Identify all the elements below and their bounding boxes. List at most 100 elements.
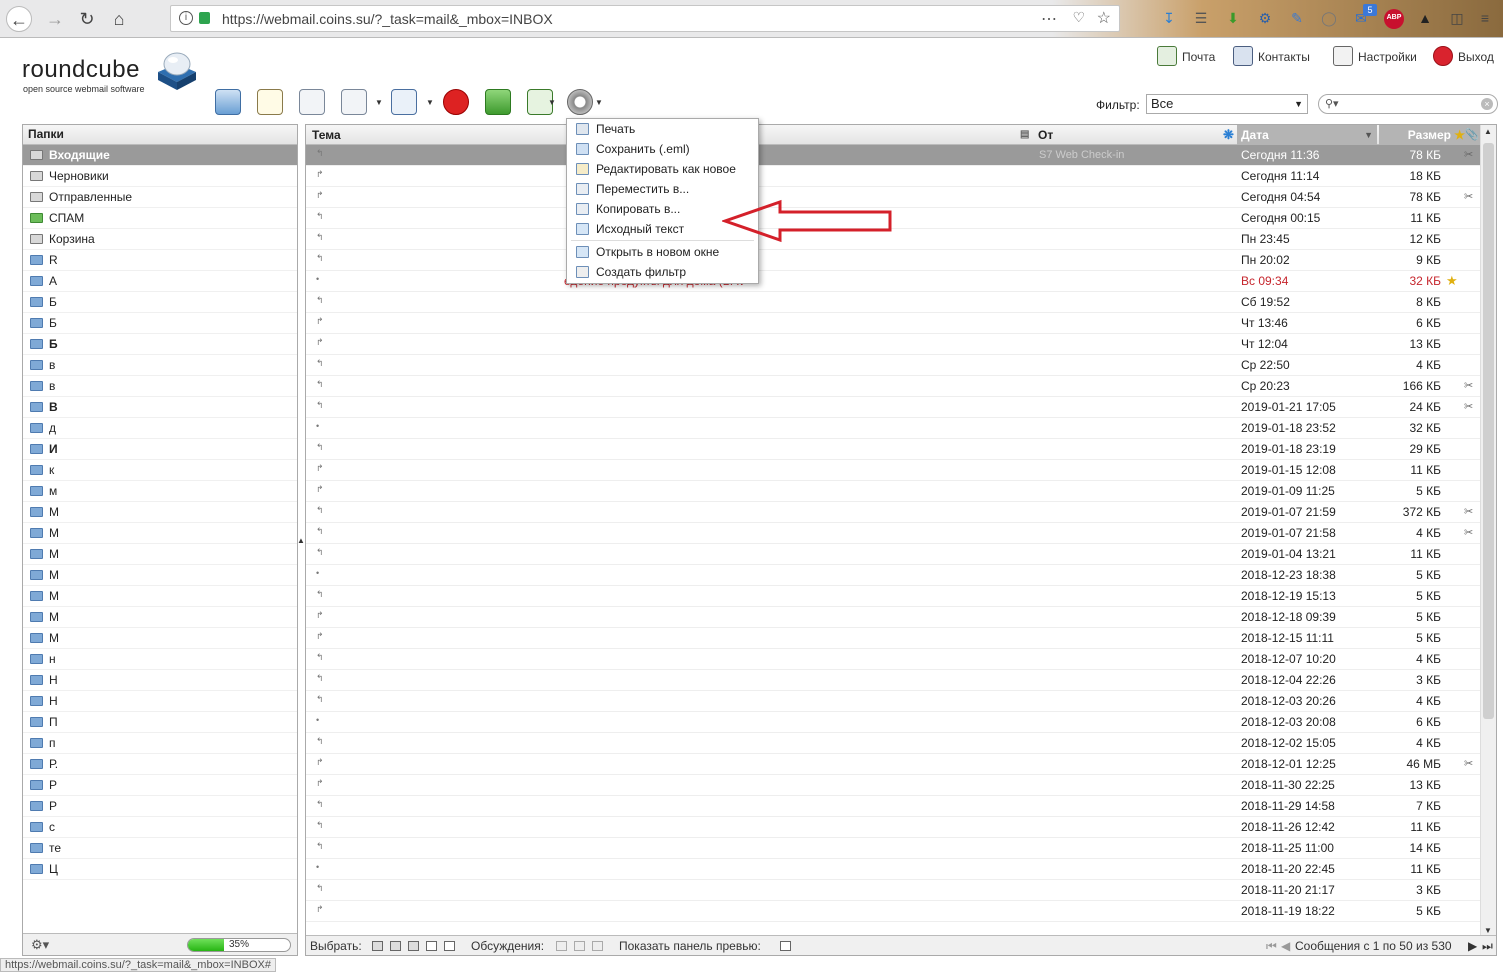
folder-item[interactable]: Р (23, 775, 297, 796)
globe-icon[interactable]: ◯ (1320, 9, 1338, 27)
folder-item[interactable]: И (23, 439, 297, 460)
message-status-icon[interactable]: ↱ (316, 337, 324, 348)
select-invert-icon[interactable] (426, 941, 437, 951)
folder-item[interactable]: В (23, 397, 297, 418)
menu-item-save[interactable]: Сохранить (.eml) (567, 139, 758, 159)
first-page-icon[interactable]: ⏮ (1266, 939, 1277, 954)
message-status-icon[interactable]: • (316, 715, 319, 725)
column-threads-icon[interactable]: ▤ (1020, 125, 1029, 145)
message-row[interactable]: ↰ 2019-01-04 13:21 11 КБ (306, 544, 1482, 565)
select-page-icon[interactable] (390, 941, 401, 951)
message-row[interactable]: ↱ 2019-01-15 12:08 11 КБ (306, 460, 1482, 481)
page-actions-icon[interactable]: ⋯ (1041, 9, 1057, 29)
mark-caret-icon[interactable]: ▼ (548, 98, 556, 107)
reply-button[interactable] (296, 86, 328, 118)
message-status-icon[interactable]: ↰ (316, 694, 324, 705)
message-status-icon[interactable]: ↱ (316, 484, 324, 495)
message-status-icon[interactable]: ↰ (316, 673, 324, 684)
preview-checkbox[interactable] (780, 941, 791, 951)
message-row[interactable]: • 2019-01-18 23:52 32 КБ (306, 418, 1482, 439)
message-status-icon[interactable]: ↱ (316, 757, 324, 768)
message-row[interactable]: ↰ 2019-01-18 23:19 29 КБ (306, 439, 1482, 460)
column-subject[interactable]: Тема (312, 125, 341, 145)
select-all-icon[interactable] (372, 941, 383, 951)
cart-icon[interactable]: ⚙ (1256, 9, 1274, 27)
more-button[interactable] (564, 86, 596, 118)
pocket-icon[interactable]: ♡ (1072, 9, 1085, 26)
message-row[interactable]: ↱ 2018-12-01 12:25 46 МБ ✂ (306, 754, 1482, 775)
folder-item[interactable]: R (23, 250, 297, 271)
message-status-icon[interactable]: ↰ (316, 253, 324, 264)
folder-item[interactable]: Б (23, 334, 297, 355)
message-status-icon[interactable]: • (316, 421, 319, 431)
folder-item[interactable]: Р (23, 796, 297, 817)
back-button[interactable]: ← (6, 6, 32, 32)
message-status-icon[interactable]: ↰ (316, 883, 324, 894)
download-helper-icon[interactable]: ⬇ (1224, 9, 1242, 27)
folder-item[interactable]: М (23, 586, 297, 607)
message-status-icon[interactable]: ↱ (316, 190, 324, 201)
folder-item[interactable]: м (23, 481, 297, 502)
message-list-scrollbar[interactable]: ▲ ▼ (1480, 125, 1496, 937)
threads-unread-icon[interactable] (592, 941, 603, 951)
menu-item-new-window[interactable]: Открыть в новом окне (567, 242, 758, 262)
message-row[interactable]: ↱ 2018-12-18 09:39 5 КБ (306, 607, 1482, 628)
message-row[interactable]: ↱ 2018-11-30 22:25 13 КБ (306, 775, 1482, 796)
message-row[interactable]: ↰ 2019-01-07 21:58 4 КБ ✂ (306, 523, 1482, 544)
folder-item[interactable]: М (23, 628, 297, 649)
message-status-icon[interactable]: ↰ (316, 148, 324, 159)
message-status-icon[interactable]: ↰ (316, 799, 324, 810)
folder-item[interactable]: СПАМ (23, 208, 297, 229)
message-row[interactable]: ↰ Пн 20:02 9 КБ (306, 250, 1482, 271)
message-row[interactable]: ↱ 2018-12-15 11:11 5 КБ (306, 628, 1482, 649)
column-flag-icon[interactable]: ❋ (1223, 125, 1234, 145)
threads-expand-icon[interactable] (556, 941, 567, 951)
folder-item[interactable]: М (23, 565, 297, 586)
folder-item[interactable]: н (23, 649, 297, 670)
message-row[interactable]: ↰ Ср 22:50 4 КБ (306, 355, 1482, 376)
info-icon[interactable]: i (179, 11, 193, 25)
next-page-icon[interactable]: ▶ (1468, 939, 1477, 953)
menu-item-print[interactable]: Печать (567, 119, 758, 139)
folder-item[interactable]: Н (23, 670, 297, 691)
folder-item[interactable]: М (23, 544, 297, 565)
message-row[interactable]: ↰ Сегодня 00:15 11 КБ (306, 208, 1482, 229)
folder-item[interactable]: с (23, 817, 297, 838)
message-status-icon[interactable]: ↰ (316, 526, 324, 537)
folder-actions-gear-icon[interactable]: ⚙▾ (31, 937, 49, 953)
message-status-icon[interactable]: ↰ (316, 211, 324, 222)
message-status-icon[interactable]: ↰ (316, 379, 324, 390)
folder-item[interactable]: М (23, 502, 297, 523)
folder-item[interactable]: в (23, 355, 297, 376)
message-row[interactable]: ↰ Пн 23:45 12 КБ (306, 229, 1482, 250)
folder-item[interactable]: Черновики (23, 166, 297, 187)
downloads-icon[interactable]: ↧ (1160, 9, 1178, 27)
forward-button[interactable]: → (42, 6, 68, 32)
column-size[interactable]: Размер ★ 📎 (1379, 125, 1483, 145)
search-icon[interactable]: ⚲▾ (1325, 97, 1339, 110)
compose-button[interactable] (254, 86, 286, 118)
folder-item[interactable]: Корзина (23, 229, 297, 250)
menu-icon[interactable]: ≡ (1476, 9, 1494, 27)
forward-caret-icon[interactable]: ▼ (426, 98, 434, 107)
message-status-icon[interactable]: ↰ (316, 589, 324, 600)
message-status-icon[interactable]: ↰ (316, 442, 324, 453)
refresh-button[interactable] (212, 86, 244, 118)
message-status-icon[interactable]: • (316, 568, 319, 578)
folder-item[interactable]: Входящие (23, 145, 297, 166)
scroll-up-icon[interactable]: ▲ (1484, 127, 1492, 136)
clear-search-icon[interactable]: × (1481, 98, 1493, 110)
filter-select[interactable]: Все ▼ (1146, 94, 1308, 114)
message-row[interactable]: ↰ 2018-11-25 11:00 14 КБ (306, 838, 1482, 859)
message-status-icon[interactable]: ↰ (316, 736, 324, 747)
select-unread-icon[interactable] (408, 941, 419, 951)
message-row[interactable]: ↰ 2019-01-21 17:05 24 КБ ✂ (306, 397, 1482, 418)
sidebar-icon[interactable]: ◫ (1448, 9, 1466, 27)
message-row[interactable]: ↰ 2018-11-20 21:17 3 КБ (306, 880, 1482, 901)
message-row[interactable]: ↰ S7 Web Check-in Сегодня 11:36 78 КБ ✂ (306, 145, 1482, 166)
folder-item[interactable]: в (23, 376, 297, 397)
eyedropper-icon[interactable]: ✎ (1288, 9, 1306, 27)
reload-button[interactable]: ↻ (74, 6, 100, 32)
message-row[interactable]: • 2018-12-23 18:38 5 КБ (306, 565, 1482, 586)
roundcube-logo[interactable]: roundcube open source webmail software (22, 50, 202, 98)
